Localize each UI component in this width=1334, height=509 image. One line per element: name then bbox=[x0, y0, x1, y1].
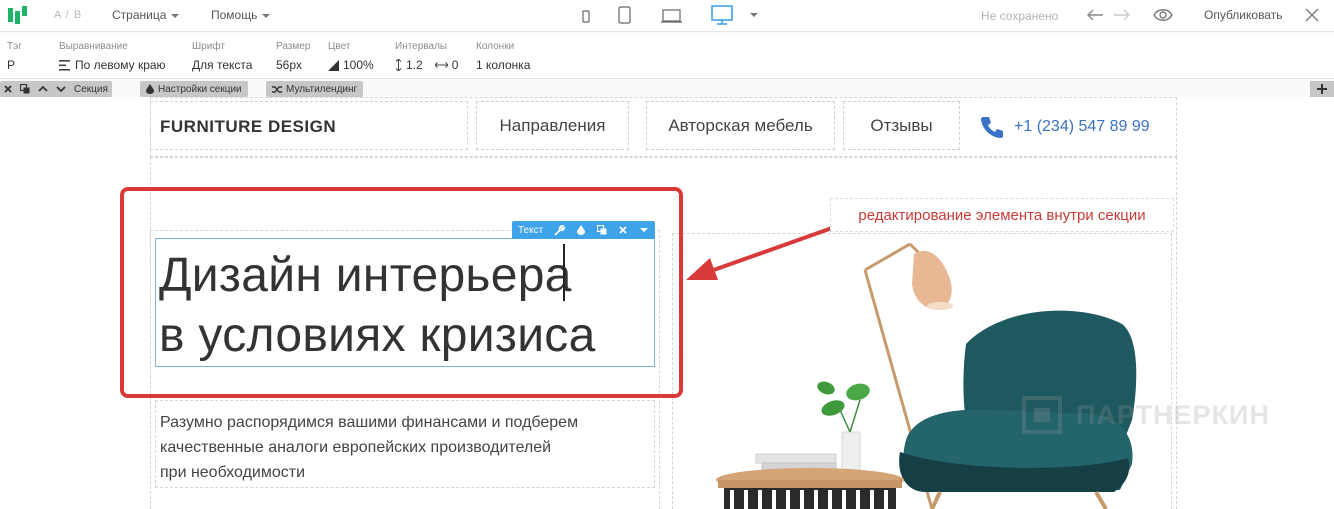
align-property[interactable]: Выравнивание По левому краю bbox=[59, 41, 166, 72]
phone-icon bbox=[981, 117, 1003, 138]
section-settings-button[interactable]: Настройки секции bbox=[140, 81, 248, 97]
letter-spacing-value: 0 bbox=[451, 58, 459, 72]
section-label[interactable]: Секция bbox=[74, 84, 108, 95]
paragraph-line-3: при необходимости bbox=[160, 464, 306, 481]
paragraph-line-2: качественные аналоги европейских произво… bbox=[160, 439, 552, 456]
chevron-down-icon[interactable] bbox=[749, 11, 759, 19]
save-status: Не сохранено bbox=[981, 9, 1059, 23]
color-label: Цвет bbox=[328, 41, 351, 52]
color-property[interactable]: Цвет 100% bbox=[328, 41, 374, 72]
help-menu[interactable]: Помощь bbox=[211, 8, 271, 22]
page-menu[interactable]: Страница bbox=[112, 8, 180, 22]
properties-bar: Тэг P Выравнивание По левому краю Шрифт … bbox=[0, 33, 1334, 79]
multilanding-button[interactable]: Мультилендинг bbox=[266, 81, 364, 97]
size-property[interactable]: Размер 56px bbox=[276, 41, 310, 72]
plus-icon bbox=[1317, 84, 1327, 94]
chevron-down-icon bbox=[262, 13, 271, 18]
annotation-highlight-box bbox=[120, 187, 683, 398]
nav-item-label: Направления bbox=[499, 115, 606, 135]
eye-preview-icon[interactable] bbox=[1153, 7, 1173, 23]
phone-preview-icon[interactable] bbox=[580, 5, 592, 27]
delete-section-icon[interactable] bbox=[4, 85, 12, 93]
brand-guide bbox=[150, 101, 468, 150]
section-tools: Секция bbox=[0, 81, 112, 97]
font-label: Шрифт bbox=[192, 41, 225, 52]
copy-section-icon[interactable] bbox=[20, 84, 30, 94]
phone-number: +1 (234) 547 89 99 bbox=[1014, 118, 1150, 135]
opacity-icon bbox=[328, 59, 339, 71]
nav-item-label: Авторская мебель bbox=[668, 115, 813, 135]
intervals-property[interactable]: Интервалы 1.2 0 bbox=[395, 41, 458, 72]
annotation-callout: редактирование элемента внутри секции bbox=[830, 198, 1174, 232]
letter-spacing-icon bbox=[434, 62, 448, 68]
nav-item-directions[interactable]: Направления bbox=[476, 101, 629, 150]
line-height-value: 1.2 bbox=[406, 58, 423, 72]
line-height-icon bbox=[395, 59, 402, 71]
paragraph-line-1: Разумно распорядимся вашими финансами и … bbox=[160, 414, 579, 431]
publish-button[interactable]: Опубликовать bbox=[1204, 8, 1282, 22]
shuffle-icon bbox=[272, 85, 282, 93]
droplet-icon bbox=[146, 84, 154, 94]
multilanding-label: Мультилендинг bbox=[286, 83, 358, 95]
font-property[interactable]: Шрифт Для текста bbox=[192, 41, 252, 72]
annotation-text: редактирование элемента внутри секции bbox=[858, 206, 1146, 224]
align-label: Выравнивание bbox=[59, 41, 128, 52]
top-toolbar: A / B Страница Помощь Не сохранено Опубл… bbox=[0, 0, 1334, 32]
close-icon[interactable] bbox=[1305, 8, 1319, 22]
ab-test-button[interactable]: A / B bbox=[54, 9, 82, 21]
tag-property[interactable]: Тэг P bbox=[7, 41, 22, 72]
redo-icon[interactable] bbox=[1113, 8, 1131, 22]
size-value: 56px bbox=[276, 58, 303, 72]
columns-value: 1 колонка bbox=[476, 58, 531, 72]
logo-icon[interactable] bbox=[8, 6, 30, 24]
font-value: Для текста bbox=[192, 58, 253, 72]
add-section-button[interactable] bbox=[1310, 81, 1334, 97]
nav-item-reviews[interactable]: Отзывы bbox=[843, 101, 960, 150]
watermark-logo-icon bbox=[1022, 396, 1062, 434]
tag-label: Тэг bbox=[7, 41, 22, 52]
size-label: Размер bbox=[276, 41, 311, 52]
nav-item-label: Отзывы bbox=[870, 115, 933, 135]
move-down-icon[interactable] bbox=[56, 85, 66, 93]
align-value: По левому краю bbox=[75, 58, 166, 72]
move-up-icon[interactable] bbox=[38, 85, 48, 93]
site-phone[interactable]: +1 (234) 547 89 99 bbox=[980, 115, 1150, 139]
hero-paragraph[interactable]: Разумно распорядимся вашими финансами и … bbox=[160, 410, 640, 485]
tablet-preview-icon[interactable] bbox=[617, 5, 633, 27]
section-settings-label: Настройки секции bbox=[158, 83, 242, 95]
desktop-preview-icon[interactable] bbox=[711, 5, 735, 27]
help-menu-label: Помощь bbox=[211, 8, 258, 22]
undo-icon[interactable] bbox=[1086, 8, 1104, 22]
tag-value: P bbox=[7, 58, 16, 72]
align-left-icon bbox=[59, 59, 70, 71]
columns-label: Колонки bbox=[476, 41, 515, 52]
watermark: ПАРТНЕРКИН bbox=[1020, 396, 1270, 434]
chevron-down-icon bbox=[171, 13, 180, 18]
nav-item-custom-furniture[interactable]: Авторская мебель bbox=[646, 101, 835, 150]
intervals-label: Интервалы bbox=[395, 41, 448, 52]
watermark-text: ПАРТНЕРКИН bbox=[1076, 399, 1270, 430]
color-value: 100% bbox=[343, 58, 374, 72]
page-menu-label: Страница bbox=[112, 8, 167, 22]
annotation-arrow-icon bbox=[686, 226, 833, 280]
laptop-preview-icon[interactable] bbox=[660, 5, 684, 27]
columns-property[interactable]: Колонки 1 колонка bbox=[476, 41, 530, 72]
